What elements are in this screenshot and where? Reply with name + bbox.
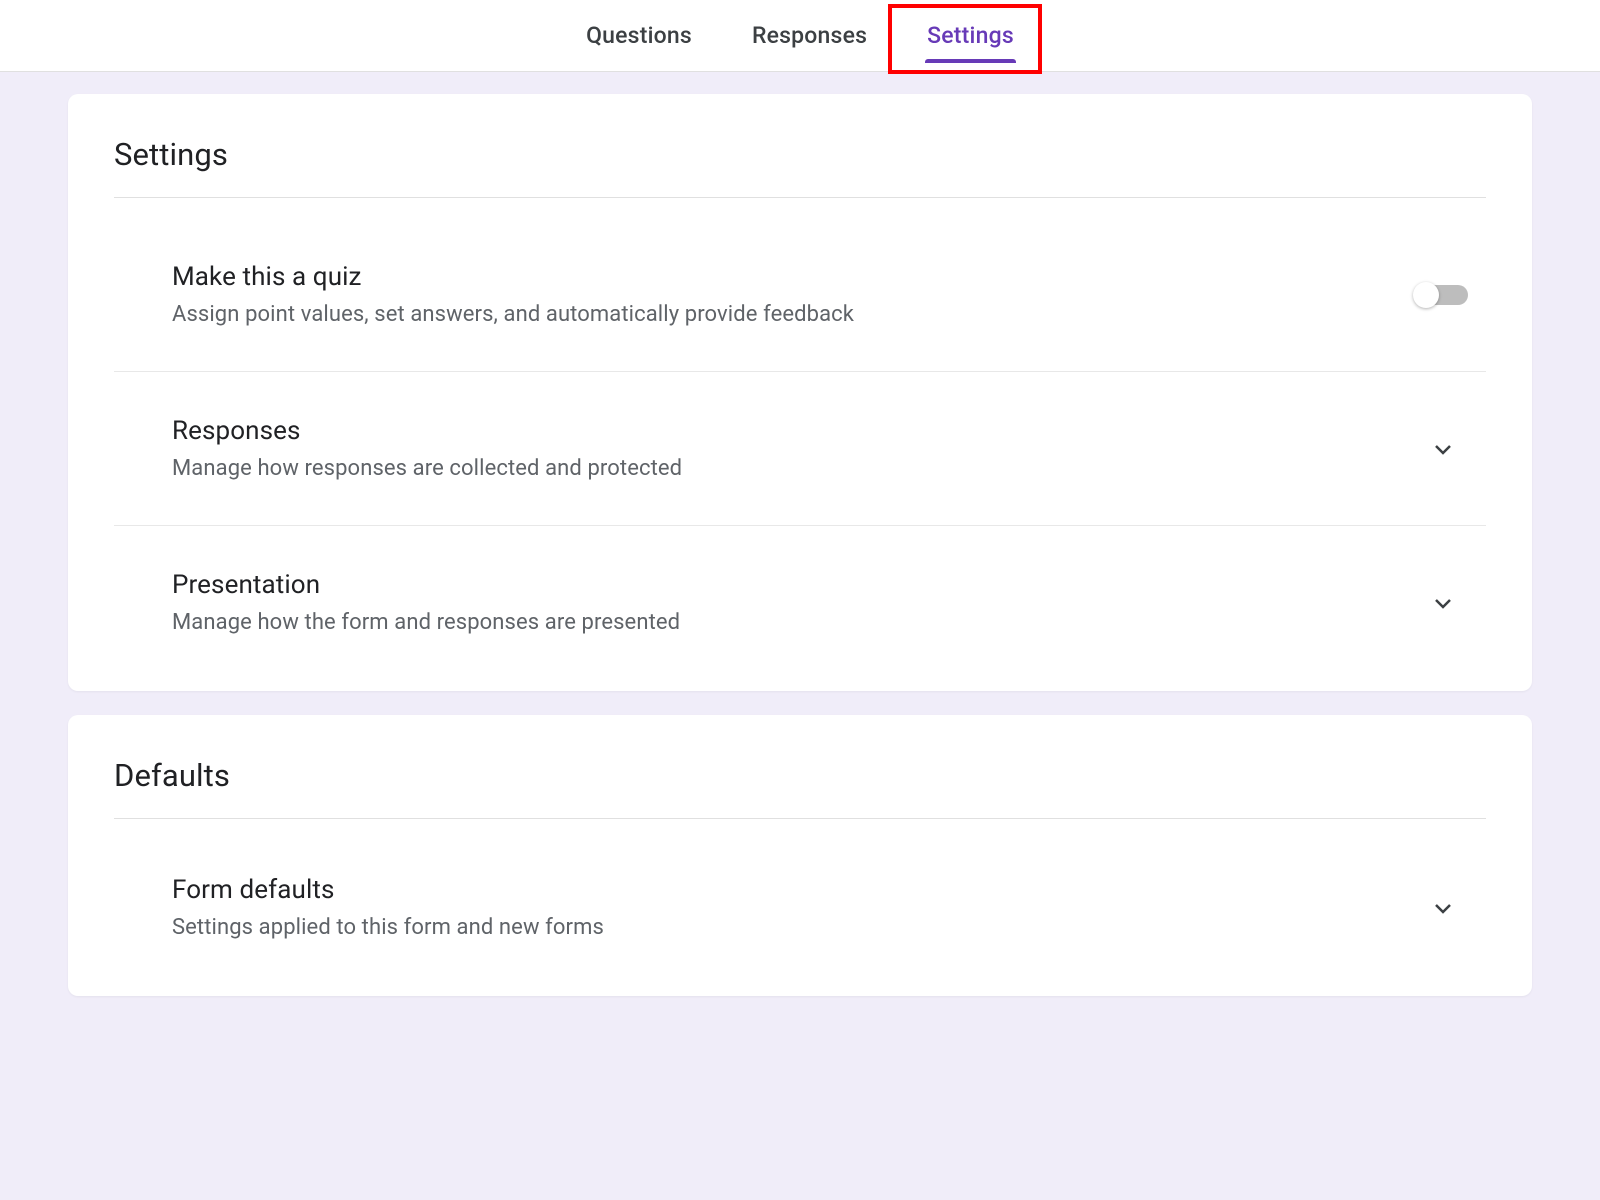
- quiz-toggle[interactable]: [1416, 285, 1468, 305]
- tabs-bar: Questions Responses Settings: [0, 0, 1600, 72]
- setting-text: Presentation Manage how the form and res…: [172, 570, 1428, 635]
- setting-text: Responses Manage how responses are colle…: [172, 416, 1428, 481]
- setting-quiz-title: Make this a quiz: [172, 262, 1416, 292]
- settings-card: Settings Make this a quiz Assign point v…: [68, 94, 1532, 691]
- setting-row-form-defaults[interactable]: Form defaults Settings applied to this f…: [114, 819, 1486, 950]
- setting-responses-title: Responses: [172, 416, 1428, 446]
- setting-form-defaults-title: Form defaults: [172, 875, 1428, 905]
- setting-row-responses[interactable]: Responses Manage how responses are colle…: [114, 372, 1486, 526]
- chevron-down-icon[interactable]: [1428, 434, 1458, 464]
- tab-questions[interactable]: Questions: [580, 2, 698, 69]
- setting-quiz-description: Assign point values, set answers, and au…: [172, 302, 1416, 327]
- setting-text: Form defaults Settings applied to this f…: [172, 875, 1428, 940]
- defaults-card: Defaults Form defaults Settings applied …: [68, 715, 1532, 996]
- setting-row-presentation[interactable]: Presentation Manage how the form and res…: [114, 526, 1486, 645]
- setting-form-defaults-description: Settings applied to this form and new fo…: [172, 915, 1428, 940]
- tab-settings[interactable]: Settings: [921, 2, 1020, 69]
- settings-card-title: Settings: [114, 136, 1486, 198]
- chevron-down-icon[interactable]: [1428, 893, 1458, 923]
- setting-text: Make this a quiz Assign point values, se…: [172, 262, 1416, 327]
- setting-presentation-title: Presentation: [172, 570, 1428, 600]
- content-area: Settings Make this a quiz Assign point v…: [0, 72, 1600, 996]
- setting-responses-description: Manage how responses are collected and p…: [172, 456, 1428, 481]
- defaults-card-title: Defaults: [114, 757, 1486, 819]
- setting-presentation-description: Manage how the form and responses are pr…: [172, 610, 1428, 635]
- tab-responses[interactable]: Responses: [746, 2, 873, 69]
- chevron-down-icon[interactable]: [1428, 588, 1458, 618]
- setting-row-quiz: Make this a quiz Assign point values, se…: [114, 198, 1486, 372]
- toggle-thumb: [1413, 282, 1439, 308]
